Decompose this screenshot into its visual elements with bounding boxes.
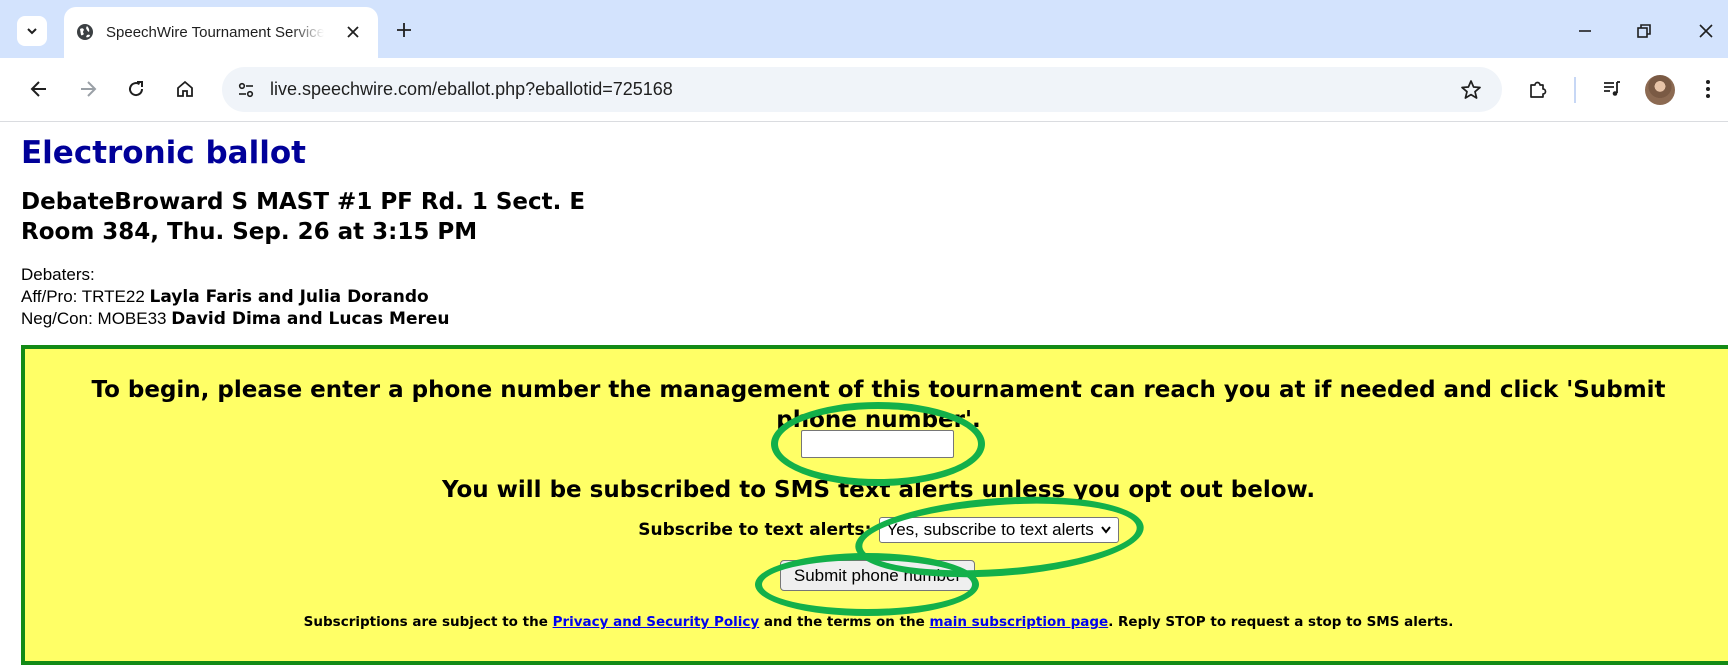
subscribe-row: Subscribe to text alerts: Yes, subscribe…: [25, 517, 1728, 543]
aff-names: Layla Faris and Julia Dorando: [149, 287, 429, 307]
terms-text-2: and the terms on the: [763, 614, 925, 630]
phone-form-panel: To begin, please enter a phone number th…: [21, 345, 1728, 665]
close-icon: [1699, 24, 1713, 38]
forward-button[interactable]: [73, 74, 103, 104]
new-tab-button[interactable]: [392, 18, 416, 42]
tune-icon: [238, 82, 254, 98]
subscription-page-link[interactable]: main subscription page: [930, 614, 1109, 630]
site-info-button[interactable]: [230, 74, 262, 106]
terms-text-1: Subscriptions are subject to the: [303, 614, 548, 630]
back-button[interactable]: [24, 74, 54, 104]
active-tab[interactable]: SpeechWire Tournament Services: [64, 7, 378, 58]
restore-button[interactable]: [1626, 16, 1662, 46]
queue-music-icon: [1604, 81, 1620, 96]
restore-icon: [1637, 24, 1651, 38]
round-info: DebateBroward S MAST #1 PF Rd. 1 Sect. E: [21, 189, 586, 215]
sms-notice: You will be subscribed to SMS text alert…: [441, 477, 1316, 503]
privacy-policy-link[interactable]: Privacy and Security Policy: [553, 614, 760, 630]
arrow-right-icon: [81, 81, 97, 97]
room-info: Room 384, Thu. Sep. 26 at 3:15 PM: [21, 219, 478, 245]
url-text[interactable]: live.speechwire.com/eballot.php?eballoti…: [270, 79, 673, 100]
profile-avatar[interactable]: [1645, 75, 1675, 105]
close-window-button[interactable]: [1688, 16, 1724, 46]
home-button[interactable]: [170, 74, 200, 104]
more-vert-icon: [1706, 80, 1710, 98]
submit-phone-button[interactable]: Submit phone number: [780, 560, 975, 591]
puzzle-icon: [1530, 81, 1547, 98]
neg-names: David Dima and Lucas Mereu: [171, 309, 450, 329]
chevron-down-icon: [1100, 526, 1111, 534]
subscribe-label: Subscribe to text alerts:: [638, 520, 872, 540]
star-icon: [1461, 80, 1481, 99]
chevron-down-icon: [27, 28, 37, 35]
browser-toolbar: live.speechwire.com/eballot.php?eballoti…: [0, 58, 1728, 122]
globe-icon: [77, 24, 93, 40]
browser-menu-button[interactable]: [1693, 74, 1723, 104]
phone-number-input[interactable]: [801, 430, 954, 458]
subscribe-select[interactable]: Yes, subscribe to text alerts: [879, 517, 1119, 543]
page-title: Electronic ballot: [21, 135, 306, 171]
aff-team: Aff/Pro: TRTE22 Layla Faris and Julia Do…: [21, 286, 450, 308]
subscribe-selected-value: Yes, subscribe to text alerts: [886, 520, 1094, 539]
neg-team: Neg/Con: MOBE33 David Dima and Lucas Mer…: [21, 308, 450, 330]
address-bar[interactable]: live.speechwire.com/eballot.php?eballoti…: [222, 67, 1502, 112]
terms-text-3: . Reply STOP to request a stop to SMS al…: [1108, 614, 1454, 630]
aff-code: Aff/Pro: TRTE22: [21, 287, 145, 306]
debaters-label: Debaters:: [21, 265, 95, 284]
reload-icon: [129, 81, 144, 97]
extensions-button[interactable]: [1523, 74, 1553, 104]
media-controls-button[interactable]: [1597, 74, 1627, 104]
minimize-icon: [1579, 30, 1591, 32]
bookmark-button[interactable]: [1456, 75, 1486, 105]
subscription-terms: Subscriptions are subject to the Privacy…: [25, 614, 1728, 630]
plus-icon: [397, 23, 411, 37]
arrow-left-icon: [30, 81, 46, 97]
close-tab-icon[interactable]: [342, 21, 364, 43]
minimize-button[interactable]: [1567, 16, 1603, 46]
phone-instructions: To begin, please enter a phone number th…: [91, 377, 1666, 433]
tab-strip: SpeechWire Tournament Services: [0, 0, 1728, 58]
home-icon: [177, 80, 193, 97]
debaters-info: Debaters: Aff/Pro: TRTE22 Layla Faris an…: [21, 264, 450, 330]
page-content: Electronic ballot DebateBroward S MAST #…: [0, 123, 1728, 665]
reload-button[interactable]: [121, 74, 151, 104]
toolbar-divider: [1574, 77, 1576, 103]
tab-search-button[interactable]: [17, 16, 47, 46]
tab-title: SpeechWire Tournament Services: [106, 24, 324, 41]
neg-code: Neg/Con: MOBE33: [21, 309, 167, 328]
